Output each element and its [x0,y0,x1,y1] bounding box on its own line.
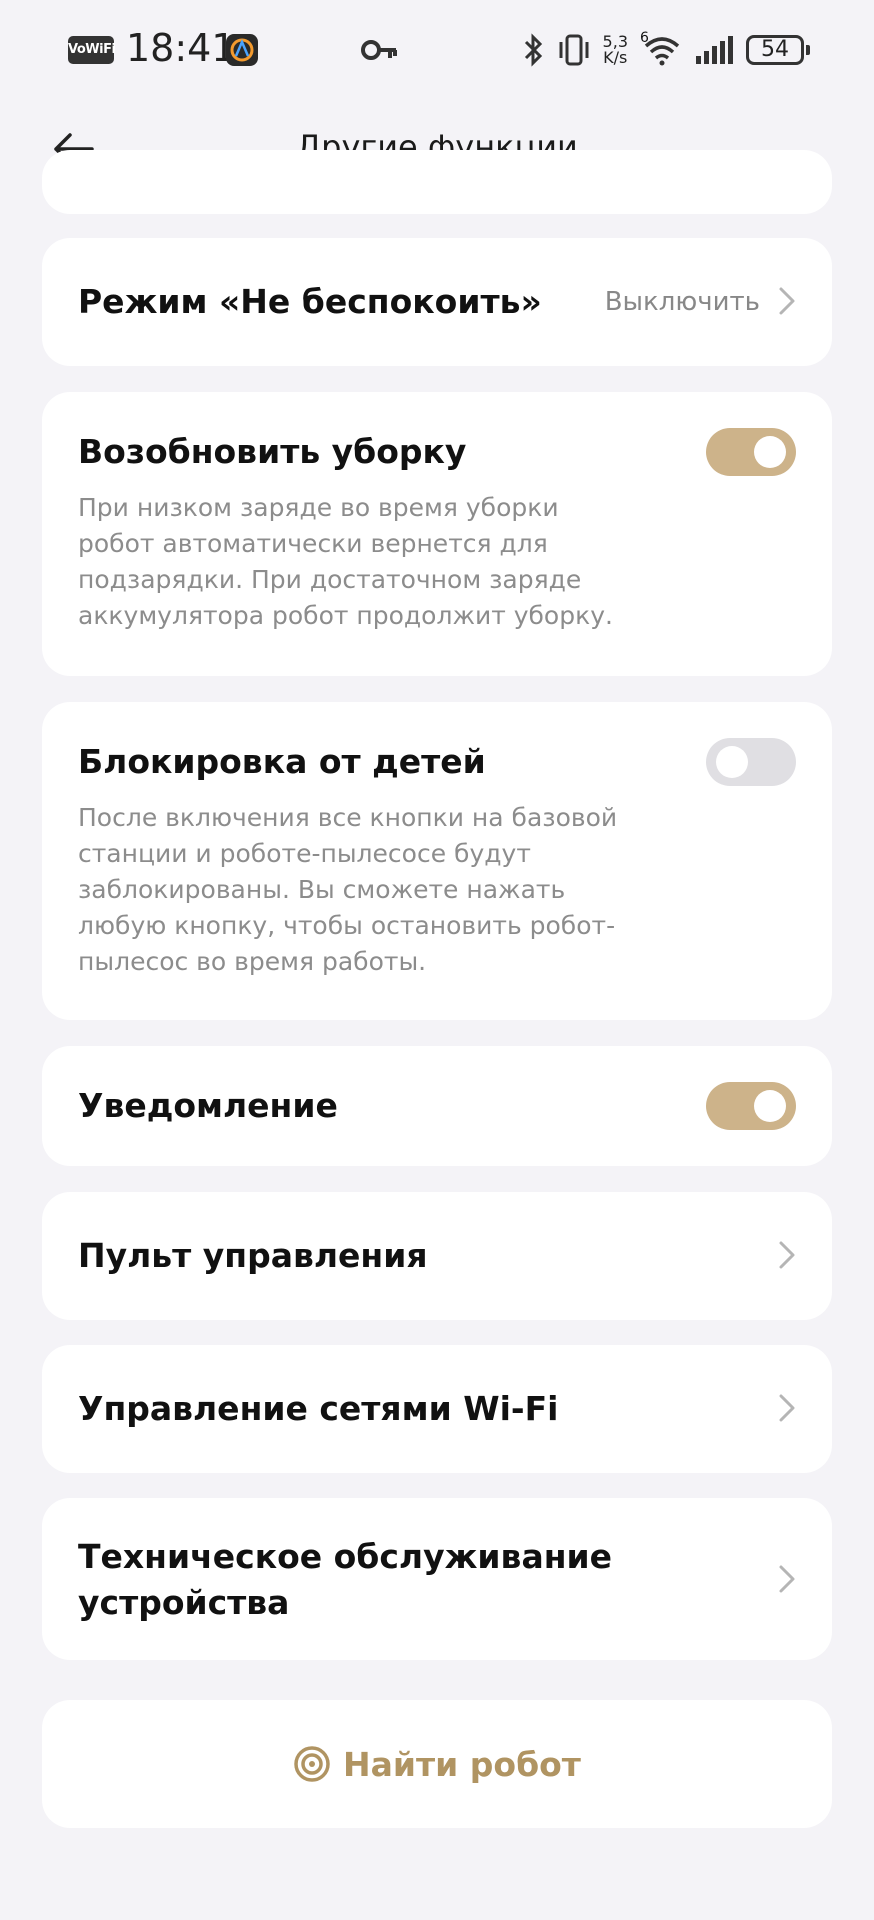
chevron-right-icon [779,1565,795,1593]
chevron-right-icon [779,287,795,315]
app-notification-icon [226,34,258,66]
resume-cleaning-toggle[interactable] [706,428,796,476]
status-icons: 5,3 K/s 6 54 [523,28,810,72]
remote-control-row[interactable]: Пульт управления [42,1192,832,1320]
maintenance-label: Техническое обслуживание устройства [78,1537,613,1622]
find-robot-label: Найти робот [343,1744,581,1784]
maintenance-row[interactable]: Техническое обслуживание устройства [42,1498,832,1660]
status-bar: VoWiFi 18:41 5,3 K/s 6 54 [0,0,874,100]
resume-cleaning-label: Возобновить уборку [78,432,467,471]
dnd-value: Выключить [604,287,760,317]
scrolled-card-edge [42,150,832,214]
dnd-label: Режим «Не беспокоить» [78,282,542,321]
toggle-knob [754,436,786,468]
notification-label: Уведомление [78,1086,338,1125]
child-lock-label: Блокировка от детей [78,742,486,781]
notification-toggle[interactable] [706,1082,796,1130]
child-lock-description: После включения все кнопки на базовой ст… [78,803,618,976]
signal-icon [696,36,733,64]
vibrate-icon [559,34,589,66]
resume-cleaning-row: Возобновить уборку При низком заряде во … [42,392,832,676]
battery-icon: 54 [746,35,810,65]
toggle-knob [754,1090,786,1122]
bluetooth-icon [524,33,542,67]
vowifi-icon: VoWiFi [68,36,116,64]
target-icon [294,1746,330,1782]
toggle-knob [716,746,748,778]
child-lock-row: Блокировка от детей После включения все … [42,702,832,1020]
network-speed: 5,3 K/s [602,32,628,67]
remote-control-label: Пульт управления [78,1236,428,1275]
notification-row: Уведомление [42,1046,832,1166]
chevron-right-icon [779,1394,795,1422]
find-robot-button[interactable]: Найти робот [42,1700,832,1828]
resume-cleaning-description: При низком заряде во время уборки робот … [78,493,613,630]
wifi-management-row[interactable]: Управление сетями Wi-Fi [42,1345,832,1473]
clock: 18:41 [126,26,236,70]
dnd-row[interactable]: Режим «Не беспокоить» Выключить [42,238,832,366]
vpn-key-icon [360,34,400,70]
wifi-icon: 6 [640,30,682,68]
child-lock-toggle[interactable] [706,738,796,786]
chevron-right-icon [779,1241,795,1269]
wifi-management-label: Управление сетями Wi-Fi [78,1389,559,1428]
